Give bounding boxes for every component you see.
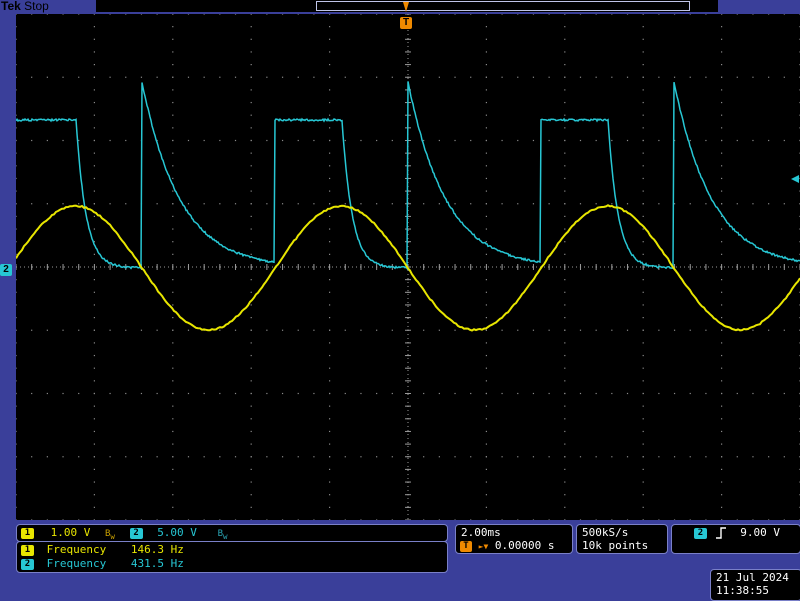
trigger-badge: T [460, 541, 472, 552]
horizontal-scale: 2.00ms [461, 526, 501, 539]
measurement-row: 1 Frequency 146.3 Hz [21, 543, 184, 556]
ch2-scale: 5.00 V [157, 526, 197, 539]
acquisition-panel[interactable]: 500kS/s 10k points [576, 524, 668, 554]
ch1-scale: 1.00 V [51, 526, 91, 539]
record-view-window[interactable] [316, 1, 690, 11]
record-length: 10k points [582, 539, 648, 552]
datetime-panel: 21 Jul 2024 11:38:55 [710, 569, 800, 601]
trigger-point-marker[interactable]: T [400, 17, 412, 29]
run-state: Stop [24, 0, 49, 13]
channel-scale-panel[interactable]: 1 1.00 V Bw 2 5.00 V Bw [16, 524, 448, 542]
rising-edge-icon [714, 527, 728, 539]
ch2-bandwidth-icon: Bw [218, 529, 228, 539]
status-bar: Tek Stop [0, 0, 800, 13]
sample-rate: 500kS/s [582, 526, 628, 539]
waveform-display[interactable] [16, 14, 800, 520]
measurement-panel[interactable]: 1 Frequency 146.3 Hz 2 Frequency 431.5 H… [16, 541, 448, 573]
ch2-ground-marker[interactable]: 2 [0, 264, 12, 276]
waveform-graticule [16, 14, 800, 520]
ch1-bandwidth-icon: Bw [105, 529, 115, 539]
trigger-level: 9.00 V [740, 526, 780, 539]
ch2-trace [16, 81, 800, 268]
meas2-channel-badge: 2 [21, 559, 34, 570]
meas2-label: Frequency [47, 557, 107, 570]
meas1-label: Frequency [47, 543, 107, 556]
meas2-value: 431.5 Hz [131, 557, 184, 570]
trigger-position-icon [403, 2, 409, 12]
meas1-value: 146.3 Hz [131, 543, 184, 556]
time: 11:38:55 [716, 584, 769, 597]
trigger-panel[interactable]: 2 9.00 V [671, 524, 800, 554]
timebase-panel[interactable]: 2.00ms T ►▼ 0.00000 s [455, 524, 573, 554]
ch2-badge[interactable]: 2 [130, 528, 143, 539]
meas1-channel-badge: 1 [21, 545, 34, 556]
date: 21 Jul 2024 [716, 571, 789, 584]
brand-label: Tek [1, 0, 21, 13]
horizontal-position: 0.00000 s [495, 539, 555, 552]
ch1-badge[interactable]: 1 [21, 528, 34, 539]
ch1-trace [16, 205, 800, 330]
trigger-arrow-icon: ►▼ [479, 542, 489, 551]
status-label: Tek Stop [1, 0, 49, 13]
trigger-level-arrow-icon[interactable] [787, 173, 799, 185]
trigger-source-badge: 2 [694, 528, 707, 539]
measurement-row: 2 Frequency 431.5 Hz [21, 557, 184, 570]
